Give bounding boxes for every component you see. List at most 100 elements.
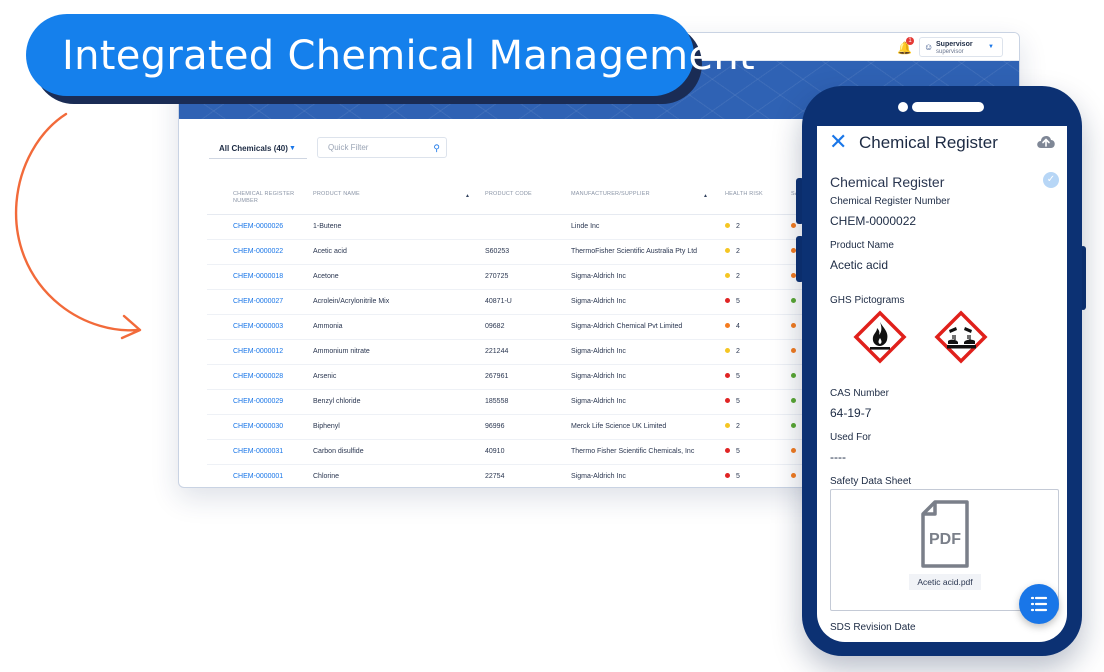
manufacturer-cell: Sigma-Aldrich Inc — [571, 273, 626, 280]
manufacturer-cell: Sigma-Aldrich Inc — [571, 298, 626, 305]
table-row[interactable]: CHEM-0000029 Benzyl chloride 185558 Sigma-A… — [207, 390, 847, 415]
table-row[interactable]: CHEM-0000028 Arsenic 267961 Sigma-Aldrich I… — [207, 365, 847, 390]
product-code-cell: 185558 — [485, 398, 509, 405]
list-menu-icon — [1030, 596, 1048, 612]
curved-arrow-icon — [14, 112, 142, 340]
table-row[interactable]: CHEM-0000030 Biphenyl 96996 Merck Life Scie… — [207, 415, 847, 440]
manufacturer-cell: Sigma-Aldrich Inc — [571, 373, 626, 380]
health-risk-dot-icon — [725, 423, 730, 428]
table-row[interactable]: CHEM-0000022 Acetic acid S60253 ThermoFishe… — [207, 240, 847, 265]
health-risk-dot-icon — [725, 248, 730, 253]
product-name-cell: Acetone — [313, 273, 339, 280]
sds-revision-date-label: SDS Revision Date — [830, 622, 916, 633]
user-name: Supervisor — [936, 41, 973, 48]
health-risk-dot-icon — [725, 473, 730, 478]
product-name-cell: Ammonium nitrate — [313, 348, 370, 355]
health-risk-cell: 5 — [725, 390, 785, 414]
product-name-value: Acetic acid — [830, 258, 889, 272]
reg-number-value: CHEM-0000022 — [830, 214, 917, 228]
health-risk-cell: 2 — [725, 265, 785, 289]
cloud-upload-icon[interactable] — [1035, 132, 1057, 150]
health-risk-dot-icon — [725, 348, 730, 353]
manufacturer-cell: ThermoFisher Scientific Australia Pty Lt… — [571, 248, 698, 255]
chevron-down-icon: ▼ — [988, 44, 994, 50]
product-name-cell: Benzyl chloride — [313, 398, 361, 405]
health-risk-cell: 5 — [725, 465, 785, 487]
register-number-link[interactable]: CHEM-0000003 — [233, 315, 309, 339]
health-risk-value: 2 — [736, 248, 740, 255]
safety-risk-dot-icon — [791, 223, 796, 228]
product-name-cell: 1-Butene — [313, 223, 342, 230]
table-row[interactable]: CHEM-0000027 Acrolein/Acrylonitrile Mix 40… — [207, 290, 847, 315]
manufacturer-cell: Merck Life Science UK Limited — [571, 423, 667, 430]
chevron-down-icon: ▼ — [289, 145, 296, 152]
health-risk-cell: 5 — [725, 440, 785, 464]
register-number-link[interactable]: CHEM-0000012 — [233, 340, 309, 364]
health-risk-value: 5 — [736, 448, 740, 455]
register-number-link[interactable]: CHEM-0000026 — [233, 215, 309, 239]
column-header-product-code[interactable]: PRODUCT CODE — [485, 191, 532, 198]
register-number-link[interactable]: CHEM-0000001 — [233, 465, 309, 487]
sort-asc-icon[interactable]: ▲ — [465, 193, 470, 199]
column-header-manufacturer[interactable]: MANUFACTURER/SUPPLIER — [571, 191, 650, 198]
health-risk-dot-icon — [725, 223, 730, 228]
column-header-health-risk[interactable]: HEALTH RISK — [725, 191, 763, 198]
mobile-screen: ✕ Chemical Register Chemical Register ✓ … — [817, 126, 1067, 642]
chemical-filter-select[interactable]: All Chemicals (40) ▼ — [209, 139, 307, 159]
table-row[interactable]: CHEM-0000003 Ammonia 09682 Sigma-Aldrich Ch… — [207, 315, 847, 340]
column-header-register-number[interactable]: CHEMICAL REGISTER NUMBER — [233, 191, 297, 205]
table-row[interactable]: CHEM-0000001 Chlorine 22754 Sigma-Aldrich I… — [207, 465, 847, 487]
notification-badge: 1 — [906, 37, 914, 45]
pdf-file-icon: PDF — [921, 500, 969, 568]
health-risk-dot-icon — [725, 298, 730, 303]
safety-risk-dot-icon — [791, 473, 796, 478]
search-icon[interactable]: ⚲ — [433, 138, 440, 158]
product-name-label: Product Name — [830, 240, 894, 251]
manufacturer-cell: Sigma-Aldrich Inc — [571, 348, 626, 355]
safety-risk-dot-icon — [791, 298, 796, 303]
register-number-link[interactable]: CHEM-0000031 — [233, 440, 309, 464]
menu-fab-button[interactable] — [1019, 584, 1059, 624]
product-code-cell: 22754 — [485, 473, 505, 480]
manufacturer-cell: Thermo Fisher Scientific Chemicals, Inc — [571, 448, 695, 455]
corrosion-icon — [934, 310, 988, 364]
user-menu[interactable]: ☺ Supervisor supervisor ▼ — [919, 37, 1003, 57]
manufacturer-cell: Sigma-Aldrich Chemical Pvt Limited — [571, 323, 683, 330]
health-risk-value: 2 — [736, 423, 740, 430]
register-number-link[interactable]: CHEM-0000027 — [233, 290, 309, 314]
health-risk-dot-icon — [725, 323, 730, 328]
column-header-product-name[interactable]: PRODUCT NAME — [313, 191, 360, 198]
health-risk-cell: 2 — [725, 415, 785, 439]
safety-risk-dot-icon — [791, 423, 796, 428]
health-risk-value: 4 — [736, 323, 740, 330]
health-risk-cell: 2 — [725, 240, 785, 264]
health-risk-cell: 5 — [725, 365, 785, 389]
register-number-link[interactable]: CHEM-0000028 — [233, 365, 309, 389]
cas-number-value: 64-19-7 — [830, 406, 872, 420]
product-code-cell: 267961 — [485, 373, 509, 380]
register-number-link[interactable]: CHEM-0000022 — [233, 240, 309, 264]
safety-risk-dot-icon — [791, 323, 796, 328]
register-number-link[interactable]: CHEM-0000029 — [233, 390, 309, 414]
product-name-cell: Carbon disulfide — [313, 448, 364, 455]
health-risk-dot-icon — [725, 373, 730, 378]
user-icon: ☺ — [924, 42, 934, 52]
register-number-link[interactable]: CHEM-0000030 — [233, 415, 309, 439]
table-row[interactable]: CHEM-0000012 Ammonium nitrate 221244 Sigma-… — [207, 340, 847, 365]
product-name-cell: Acrolein/Acrylonitrile Mix — [313, 298, 390, 305]
phone-camera — [898, 102, 908, 112]
table-row[interactable]: CHEM-0000031 Carbon disulfide 40910 Thermo … — [207, 440, 847, 465]
product-name-cell: Arsenic — [313, 373, 337, 380]
ghs-pictograms-label: GHS Pictograms — [830, 295, 905, 306]
table-row[interactable]: CHEM-0000018 Acetone 270725 Sigma-Aldrich I… — [207, 265, 847, 290]
close-icon[interactable]: ✕ — [829, 130, 847, 154]
table-row[interactable]: CHEM-00000261-ButeneLinde Inc24 — [207, 215, 847, 240]
sds-file-name[interactable]: Acetic acid.pdf — [909, 574, 981, 590]
quick-filter-input[interactable]: Quick Filter ⚲ — [317, 137, 447, 158]
safety-risk-dot-icon — [791, 373, 796, 378]
sds-label: Safety Data Sheet — [830, 476, 912, 487]
manufacturer-cell: Sigma-Aldrich Inc — [571, 398, 626, 405]
sort-asc-icon[interactable]: ▲ — [703, 193, 708, 199]
product-code-cell: 96996 — [485, 423, 505, 430]
register-number-link[interactable]: CHEM-0000018 — [233, 265, 309, 289]
